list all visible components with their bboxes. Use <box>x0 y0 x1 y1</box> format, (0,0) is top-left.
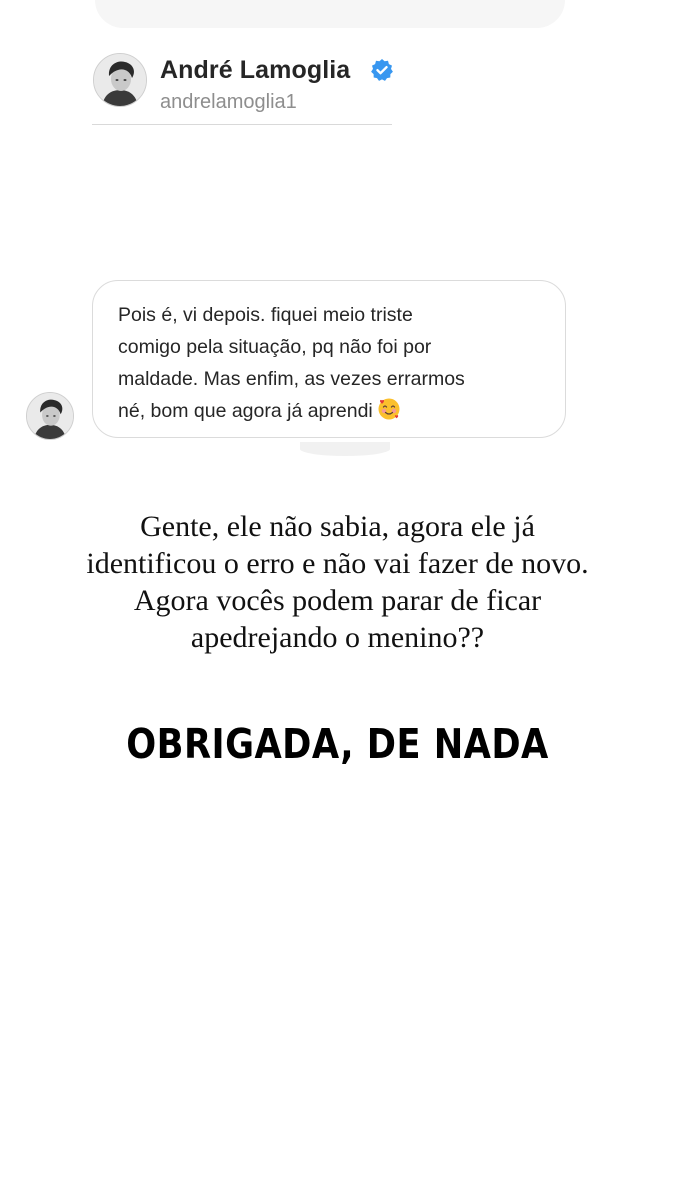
profile-photo-icon <box>94 54 146 106</box>
profile-handle[interactable]: andrelamoglia1 <box>160 91 297 114</box>
verified-badge-icon <box>371 59 393 81</box>
message-bubble: Pois é, vi depois. fiquei meio triste co… <box>92 280 566 438</box>
background-shape <box>95 0 565 28</box>
smiling-face-with-hearts-icon <box>378 398 400 420</box>
bubble-shadow <box>300 442 390 456</box>
profile-name[interactable]: André Lamoglia <box>160 56 350 85</box>
story-caption: Gente, ele não sabia, agora ele já ident… <box>86 510 589 654</box>
message-text: Pois é, vi depois. fiquei meio triste co… <box>118 299 548 427</box>
profile-header[interactable]: André Lamoglia andrelamoglia1 <box>92 42 393 125</box>
avatar[interactable] <box>93 53 147 107</box>
profile-photo-icon <box>27 393 73 439</box>
story-headline: OBRIGADA, DE NADA <box>126 720 549 768</box>
message-body: Pois é, vi depois. fiquei meio triste co… <box>118 304 465 422</box>
message-avatar[interactable] <box>26 392 74 440</box>
